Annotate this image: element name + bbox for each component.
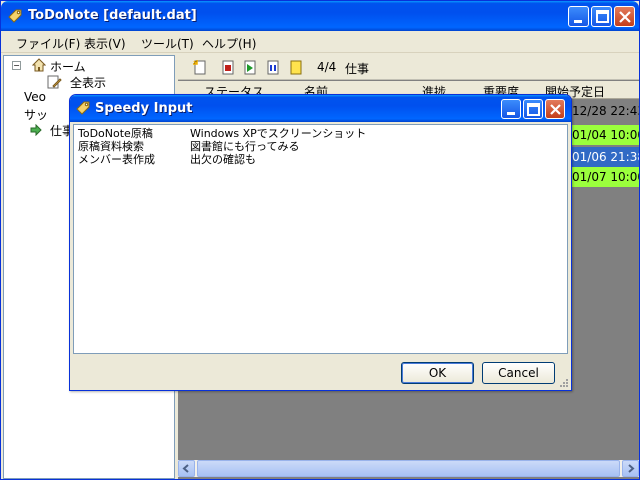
maximize-button[interactable]	[591, 6, 612, 27]
scroll-left-button[interactable]	[178, 460, 195, 477]
speedy-input-textarea[interactable]: ToDoNote原稿 Windows XPでスクリーンショット 原稿資料検索 図…	[73, 124, 568, 354]
arrow-right-icon	[30, 124, 42, 136]
table-row[interactable]: 01/04 10:00	[570, 125, 639, 145]
main-window: ToDoNote [default.dat] ファイル(F) 表示(V) ツール…	[0, 0, 640, 480]
minimize-icon	[574, 20, 582, 23]
edit-icon	[47, 75, 62, 89]
title-bar[interactable]: ToDoNote [default.dat]	[1, 1, 639, 31]
line-task-name: メンバー表作成	[78, 153, 155, 166]
tree-item-soccer[interactable]: サッ	[4, 106, 64, 122]
scroll-right-button[interactable]	[622, 460, 639, 477]
toolbar: 4/4 仕事	[178, 55, 639, 80]
play-icon[interactable]	[242, 59, 258, 75]
chevron-left-icon	[182, 464, 189, 473]
new-task-icon[interactable]	[192, 59, 208, 75]
maximize-icon	[527, 103, 540, 116]
line-task-note: 出欠の確認も	[190, 153, 256, 166]
maximize-icon	[596, 10, 609, 23]
home-icon	[32, 58, 46, 72]
tree-item-all[interactable]: 全表示	[36, 74, 166, 90]
close-button[interactable]	[614, 6, 635, 27]
close-icon	[550, 104, 561, 115]
category-label: 仕事	[345, 62, 370, 76]
ok-button[interactable]: OK	[401, 362, 474, 384]
horizontal-scrollbar[interactable]	[178, 460, 639, 477]
close-icon	[619, 11, 631, 23]
input-line: メンバー表作成 出欠の確認も	[78, 151, 256, 166]
window-title: ToDoNote [default.dat]	[28, 8, 197, 23]
dialog-title-bar[interactable]: Speedy Input	[70, 95, 571, 122]
input-line: 原稿資料検索 図書館にも行ってみる	[78, 138, 299, 153]
minimize-icon	[507, 112, 515, 115]
menu-file[interactable]: ファイル(F)	[16, 35, 80, 52]
task-count: 4/4	[317, 60, 337, 74]
table-row[interactable]: 12/28 22:43	[570, 101, 639, 121]
minimize-button[interactable]	[568, 6, 589, 27]
dialog-maximize-button[interactable]	[523, 99, 543, 119]
pause-icon[interactable]	[265, 59, 281, 75]
scroll-thumb[interactable]	[197, 460, 620, 477]
stop-icon[interactable]	[220, 59, 236, 75]
chevron-right-icon	[628, 464, 635, 473]
app-tag-icon	[76, 101, 90, 115]
note-icon[interactable]	[288, 59, 304, 75]
menu-help[interactable]: ヘルプ(H)	[202, 35, 256, 52]
app-tag-icon	[8, 9, 22, 23]
table-row[interactable]: 01/07 10:00	[570, 167, 639, 187]
tree-item-veo[interactable]: Veo	[4, 90, 64, 106]
speedy-input-dialog: Speedy Input ToDoNote原稿 Windows XPでスクリーン…	[69, 94, 572, 391]
menu-bar: ファイル(F) 表示(V) ツール(T) ヘルプ(H)	[1, 31, 639, 53]
cancel-button[interactable]: Cancel	[482, 362, 555, 384]
dialog-title: Speedy Input	[95, 101, 193, 116]
dialog-close-button[interactable]	[545, 99, 565, 119]
menu-tools[interactable]: ツール(T)	[141, 35, 194, 52]
table-row[interactable]: 01/06 21:38	[570, 147, 639, 167]
input-line: ToDoNote原稿 Windows XPでスクリーンショット	[78, 125, 366, 140]
dialog-minimize-button[interactable]	[501, 99, 521, 119]
tree-item-work[interactable]: 仕事	[4, 122, 74, 138]
menu-view[interactable]: 表示(V)	[84, 35, 126, 52]
tree-item-home[interactable]: ホーム	[10, 58, 170, 74]
resize-grip-icon[interactable]	[559, 378, 569, 388]
